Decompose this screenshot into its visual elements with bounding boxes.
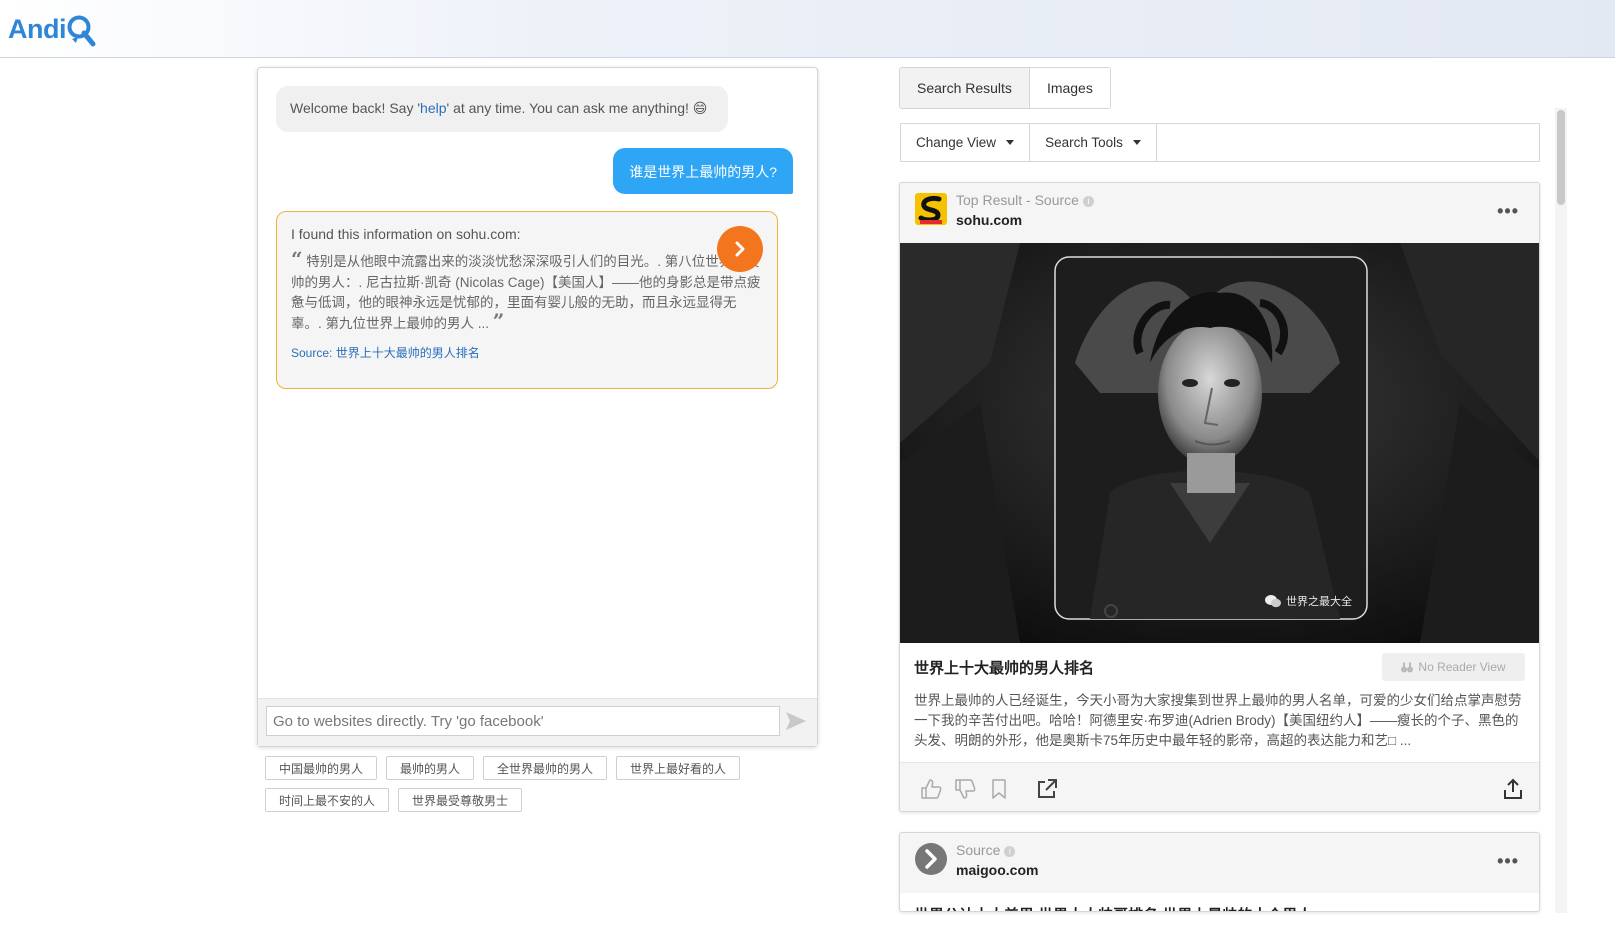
share-icon[interactable] [1502, 778, 1524, 800]
suggestion-chips: 中国最帅的男人 最帅的男人 全世界最帅的男人 世界上最好看的人 时间上最不安的人… [265, 756, 745, 812]
source-domain[interactable]: sohu.com [956, 212, 1022, 228]
search-tools-dropdown[interactable]: Search Tools [1030, 124, 1157, 161]
help-keyword: help [420, 100, 447, 116]
result-title[interactable]: 世界上十大最帅的男人排名 [914, 657, 1094, 678]
info-icon[interactable]: i [1004, 846, 1016, 857]
thumbs-up-icon[interactable] [920, 778, 942, 800]
suggestion-chip[interactable]: 时间上最不安的人 [265, 788, 390, 812]
andi-logo[interactable]: Andi [8, 9, 96, 49]
chevron-right-icon [735, 241, 745, 257]
results-toolbar: Change View Search Tools [900, 123, 1540, 162]
tab-images[interactable]: Images [1029, 68, 1110, 108]
caret-down-icon [1006, 140, 1015, 145]
info-source-link[interactable]: Source: 世界上十大最帅的男人排名 [291, 344, 763, 361]
change-view-label: Change View [916, 135, 997, 150]
tab-search-results[interactable]: Search Results [900, 68, 1030, 108]
open-quote-icon: “ [291, 247, 303, 271]
results-scroll-thumb[interactable] [1557, 110, 1565, 205]
wechat-icon [1265, 595, 1281, 608]
suggestion-chip[interactable]: 世界上最好看的人 [616, 756, 741, 780]
send-icon[interactable] [785, 711, 807, 731]
watermark-text: 世界之最大全 [1286, 596, 1352, 608]
info-icon[interactable]: i [1082, 196, 1094, 207]
suggestion-chip[interactable]: 中国最帅的男人 [265, 756, 378, 780]
welcome-prefix: Welcome back! Say ' [290, 100, 421, 116]
info-quote: “ 特别是从他眼中流露出来的淡淡忧愁深深吸引人们的目光。. 第八位世界上最帅的男… [291, 249, 761, 334]
result-title[interactable]: 世界公认十大美男 世界十大帅哥排名 世界上最帅的十个男人 [914, 904, 1312, 911]
info-intro: I found this information on sohu.com: [291, 226, 521, 242]
search-tools-label: Search Tools [1045, 135, 1123, 150]
image-watermark: 世界之最大全 [1265, 593, 1352, 609]
suggestion-chip[interactable]: 最帅的男人 [386, 756, 475, 780]
chat-panel: Welcome back! Say 'help' at any time. Yo… [257, 67, 818, 747]
no-reader-view-label: No Reader View [1418, 660, 1506, 674]
change-view-dropdown[interactable]: Change View [901, 124, 1031, 161]
result-snippet: 世界上最帅的人已经诞生，今天小哥为大家搜集到世界上最帅的男人名单，可爱的少女们给… [914, 693, 1522, 748]
chat-input-row [258, 698, 817, 746]
open-external-icon[interactable] [1036, 778, 1058, 800]
result-card: Sourcei maigoo.com ••• 世界公认十大美男 世界十大帅哥排名… [899, 832, 1540, 912]
source-label-text: Top Result - Source [956, 192, 1079, 208]
no-reader-view-button[interactable]: No Reader View [1382, 653, 1525, 681]
close-quote-icon: ” [492, 308, 505, 333]
more-options-icon[interactable]: ••• [1497, 201, 1519, 222]
results-scrollbar[interactable] [1555, 108, 1567, 913]
top-bar: Andi [0, 0, 1615, 58]
welcome-suffix: ' at any time. You can ask me anything! … [446, 100, 708, 116]
source-domain[interactable]: maigoo.com [956, 862, 1038, 878]
card-header: Top Result - Source i sohu.com ••• [900, 183, 1539, 243]
card-header: Source i maigoo.com ••• [900, 833, 1539, 893]
suggestion-chip[interactable]: 世界最受尊敬男士 [398, 788, 523, 812]
source-label-text: Source [956, 842, 1001, 858]
info-quote-text: 特别是从他眼中流露出来的淡淡忧愁深深吸引人们的目光。. 第八位世界上最帅的男人：… [291, 254, 761, 331]
chevron-circle-icon [915, 843, 947, 875]
chat-input[interactable] [266, 706, 780, 736]
logo-text: Andi [8, 13, 67, 44]
caret-down-icon [1132, 140, 1141, 145]
logo-q-icon [66, 13, 96, 47]
source-label: Top Result - Source i [956, 192, 1094, 208]
bookmark-icon[interactable] [988, 778, 1010, 800]
open-source-button[interactable] [717, 226, 763, 272]
thumbs-down-icon[interactable] [954, 778, 976, 800]
user-message: 谁是世界上最帅的男人? [613, 148, 793, 194]
suggestion-chip[interactable]: 全世界最帅的男人 [483, 756, 608, 780]
binoculars-icon [1401, 662, 1414, 672]
card-actions [900, 762, 1539, 811]
result-tabs: Search Results Images [899, 67, 1111, 109]
top-result-card: Top Result - Source i sohu.com ••• 世界之最大… [899, 182, 1540, 812]
welcome-message: Welcome back! Say 'help' at any time. Yo… [276, 86, 728, 132]
more-options-icon[interactable]: ••• [1497, 851, 1519, 872]
source-label: Source i [956, 842, 1016, 858]
result-image[interactable]: 世界之最大全 [900, 243, 1539, 643]
portrait-photo [900, 243, 1539, 643]
info-card: I found this information on sohu.com: “ … [276, 211, 778, 389]
sohu-favicon-icon [915, 193, 947, 225]
